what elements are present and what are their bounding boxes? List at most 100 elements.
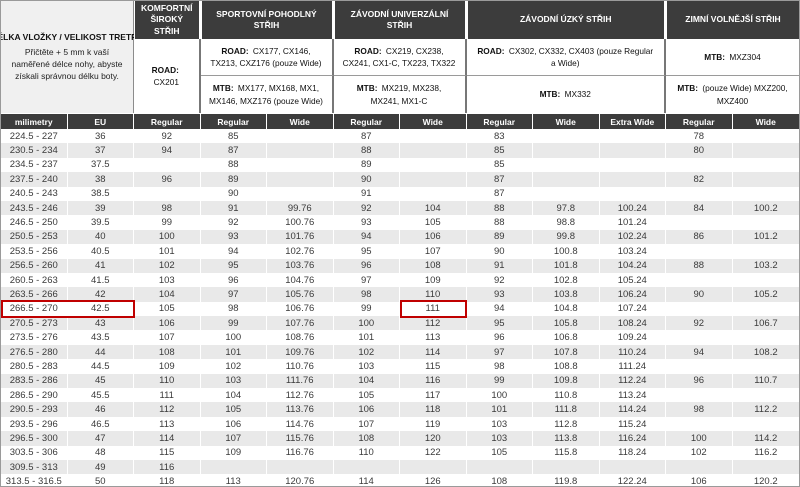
table-cell: 102 — [334, 344, 400, 360]
table-cell: 38 — [68, 172, 134, 187]
table-cell: 90 — [201, 186, 267, 201]
table-cell: 116.24 — [600, 431, 666, 446]
table-cell: 243.5 - 246 — [1, 200, 68, 216]
table-cell: 105.2 — [753, 288, 778, 300]
table-cell: 106.8 — [533, 330, 600, 345]
table-cell: 101.24 — [600, 215, 666, 230]
table-cell — [533, 143, 600, 158]
model-names: MXZ304 — [727, 51, 761, 62]
table-cell — [733, 388, 800, 402]
model-type-label: ROAD: — [221, 45, 249, 56]
table-cell: 108.8 — [533, 359, 600, 374]
table-cell: 114 — [334, 474, 400, 486]
table-row: 256.5 - 260 41 102 95 103.76 96 108 91 101.8 104.… — [1, 258, 799, 273]
table-cell: 111.76 — [267, 373, 334, 389]
table-cell: 100 — [201, 330, 267, 345]
table-cell: 260.5 - 263 — [1, 272, 68, 288]
table-cell: 117 — [400, 388, 467, 403]
category-title: ZIMNÍ VOLNĚJŠÍ STŘIH — [685, 14, 781, 25]
table-cell: 246.5 - 250 — [1, 215, 68, 230]
table-cell: 101.76 — [267, 229, 334, 245]
table-cell: 87 — [467, 186, 533, 201]
model-list: MTB: MX177, MX168, MX1, MX146, MXZ176 (p… — [209, 82, 324, 107]
table-cell: 224.5 - 227 — [1, 129, 68, 144]
table-cell: 103.2 — [753, 260, 778, 272]
table-cell: 313.5 - 316.5 — [1, 474, 68, 486]
table-cell: 105 — [134, 301, 201, 317]
models-zimni-mtb: MTB: MXZ304 — [666, 39, 799, 76]
table-cell — [267, 129, 334, 144]
table-cell: 103 — [134, 272, 201, 288]
table-cell: 110 — [400, 287, 467, 302]
table-cell: 40.5 — [68, 244, 134, 259]
table-cell: 303.5 - 306 — [1, 445, 68, 460]
table-cell: 97.8 — [533, 200, 600, 216]
table-cell — [600, 157, 666, 173]
table-cell: 104.8 — [533, 301, 600, 317]
table-cell: 104 — [134, 287, 201, 302]
table-row: 253.5 - 256 40.5 101 94 102.76 95 107 90 100.8 10… — [1, 244, 799, 259]
table-cell: 42 — [68, 287, 134, 302]
table-cell: 113.24 — [600, 388, 666, 403]
table-cell: 101 — [334, 330, 400, 345]
table-cell — [666, 359, 733, 374]
table-cell: 105.8 — [533, 316, 600, 331]
table-cell: 102 — [134, 258, 201, 273]
table-cell: 101 — [467, 402, 533, 417]
table-cell: 88 — [334, 143, 400, 158]
table-cell: 98 — [467, 359, 533, 374]
table-cell: 309.5 - 313 — [1, 459, 68, 475]
category-title: ZÁVODNÍ ÚZKÝ STŘIH — [519, 14, 612, 25]
table-cell: 88 — [201, 157, 267, 173]
table-cell — [666, 186, 733, 201]
col-header-zimni-wide: Wide — [755, 116, 776, 127]
table-cell: 41 — [68, 258, 134, 273]
table-cell: 101 — [201, 344, 267, 360]
table-cell: 102 — [201, 359, 267, 374]
table-row: 286.5 - 290 45.5 111 104 112.76 105 117 100 110.… — [1, 388, 800, 403]
table-cell: 105 — [467, 445, 533, 460]
table-cell — [666, 272, 733, 288]
table-cell: 111.24 — [600, 359, 666, 374]
category-title: ZÁVODNÍ UNIVERZÁLNÍ STŘIH — [350, 8, 449, 30]
table-row: 273.5 - 276 43.5 107 100 108.76 101 113 96 106.8… — [1, 330, 799, 345]
table-cell: 50 — [68, 474, 134, 486]
table-cell: 115 — [134, 445, 201, 460]
table-cell: 107.76 — [267, 316, 334, 331]
table-cell: 91 — [201, 200, 267, 216]
table-cell: 296.5 - 300 — [1, 431, 68, 446]
table-cell: 98 — [134, 200, 201, 216]
table-cell: 82 — [666, 172, 733, 187]
table-row: 303.5 - 306 48 115 109 116.76 110 122 105 115.8 1… — [1, 445, 799, 460]
table-cell: 109.24 — [600, 330, 666, 345]
model-type-label: MTB: — [539, 89, 561, 100]
table-cell: 100.8 — [533, 244, 600, 259]
table-cell: 250.5 - 253 — [1, 229, 68, 245]
table-cell: 99.76 — [267, 200, 334, 216]
model-list: ROAD: CX302, CX332, CX403 (pouze Regular… — [475, 45, 657, 70]
table-cell: 89 — [467, 229, 533, 245]
table-cell: 113 — [400, 330, 467, 345]
table-cell: 94 — [134, 143, 201, 158]
panel-subtitle: Přičtěte + 5 mm k vaší naměřené délce no… — [11, 46, 123, 82]
table-cell: 88 — [467, 215, 533, 230]
table-cell — [267, 143, 334, 158]
table-cell: 89 — [201, 172, 267, 187]
table-cell — [733, 172, 800, 186]
table-cell — [733, 129, 800, 143]
table-cell — [400, 186, 467, 201]
table-cell: 101.8 — [533, 258, 600, 273]
category-zavodni-univerzalni: ZÁVODNÍ UNIVERZÁLNÍ STŘIH — [333, 1, 467, 39]
model-list: MTB: MX332 — [540, 88, 591, 100]
col-header-zimni-regular: Regular — [666, 114, 733, 129]
table-cell: 96 — [201, 272, 267, 288]
table-cell: 48 — [68, 445, 134, 460]
table-cell — [267, 157, 334, 173]
table-cell: 105.76 — [267, 287, 334, 302]
table-cell — [600, 172, 666, 187]
table-cell — [666, 157, 733, 173]
table-cell — [201, 459, 267, 475]
table-cell: 100 — [467, 388, 533, 403]
table-cell: 44.5 — [68, 359, 134, 374]
table-cell: 230.5 - 234 — [1, 143, 68, 158]
